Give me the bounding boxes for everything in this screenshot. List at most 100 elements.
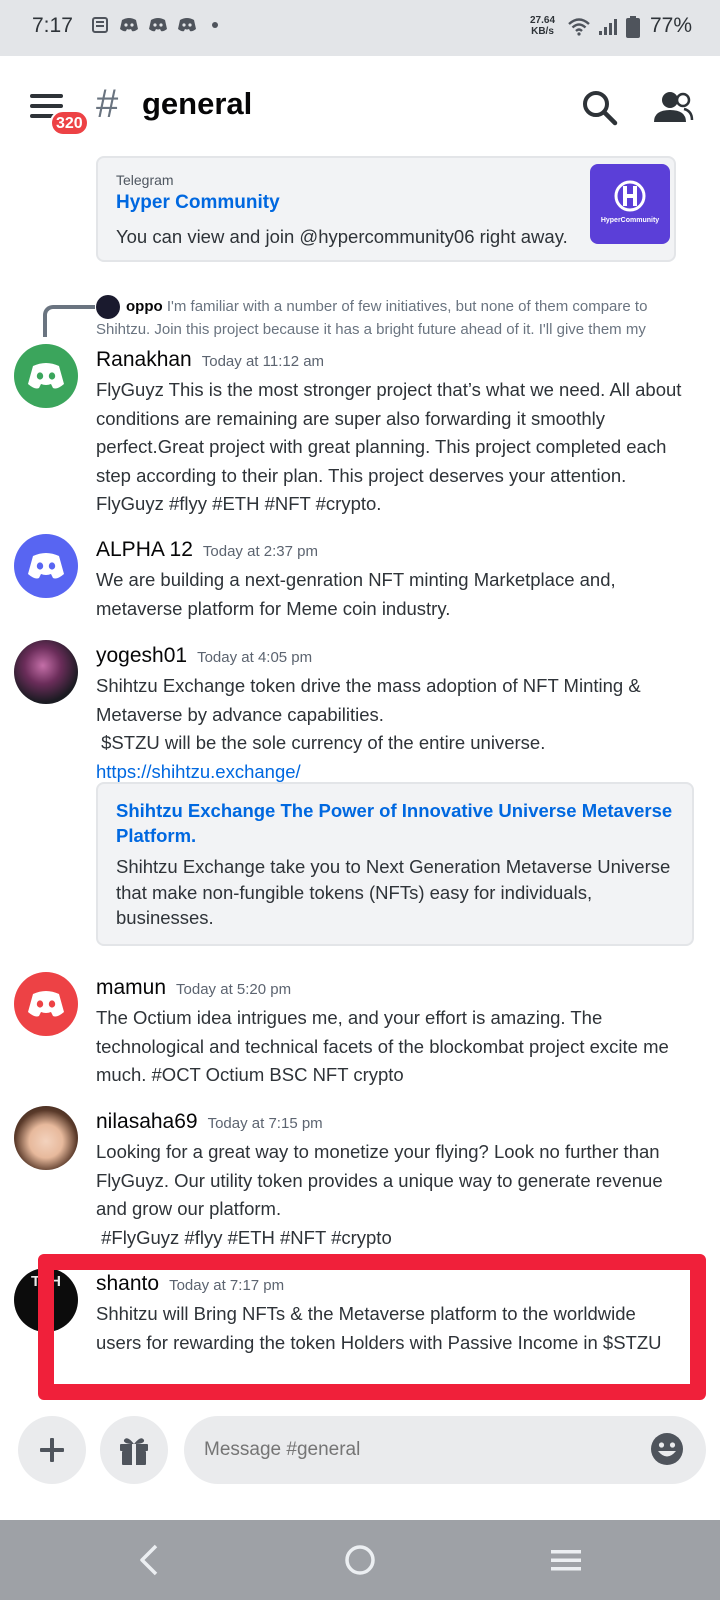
channel-title: general <box>142 86 253 121</box>
notification-icons <box>92 16 218 34</box>
message-timestamp: Today at 2:37 pm <box>202 543 318 560</box>
system-icons <box>568 16 640 38</box>
back-icon[interactable] <box>134 1540 164 1580</box>
search-icon[interactable] <box>580 88 620 128</box>
embed-provider: Telegram <box>116 172 174 188</box>
battery-percentage: 77% <box>650 14 693 37</box>
menu-bar <box>30 94 63 98</box>
reply-avatar <box>96 295 120 319</box>
notification-badge: 320 <box>50 110 89 136</box>
message-content: The Octium idea intrigues me, and your e… <box>96 1004 706 1090</box>
gift-icon <box>120 1438 148 1465</box>
author-name[interactable]: mamun <box>96 976 166 999</box>
emoji-icon[interactable] <box>650 1432 684 1466</box>
message-timestamp: Today at 7:15 pm <box>207 1115 323 1132</box>
message-author[interactable]: nilasaha69 Today at 7:15 pm <box>96 1110 323 1134</box>
message-line: #FlyGuyz #flyy #ETH #NFT #crypto <box>96 1226 392 1248</box>
embed-title-link[interactable]: Shihtzu Exchange The Power of Innovative… <box>116 798 672 848</box>
discord-logo-icon <box>28 991 64 1017</box>
gift-button[interactable] <box>100 1416 168 1484</box>
author-name[interactable]: nilasaha69 <box>96 1110 198 1133</box>
add-attachment-button[interactable] <box>18 1416 86 1484</box>
message-line: much. #OCT Octium BSC NFT crypto <box>96 1064 404 1085</box>
discord-notification-icon <box>120 18 138 32</box>
message-composer <box>0 1408 720 1498</box>
author-name[interactable]: Ranakhan <box>96 348 192 371</box>
message-timestamp: Today at 4:05 pm <box>197 649 313 666</box>
message-content: Looking for a great way to monetize your… <box>96 1138 706 1252</box>
battery-icon <box>626 16 640 38</box>
discord-logo-icon <box>28 553 64 579</box>
message-line: FlyGuyz. Our utility token provides a un… <box>96 1169 663 1191</box>
avatar[interactable] <box>14 1106 78 1170</box>
net-speed-unit: KB/s <box>531 26 554 37</box>
message-line: technological and technical facets of th… <box>96 1035 669 1057</box>
discord-notification-icon <box>149 18 167 32</box>
channel-header: 320 # general <box>0 58 720 154</box>
message-line: Looking for a great way to monetize your… <box>96 1141 660 1162</box>
embed-desc-line: that make non-fungible tokens (NFTs) eas… <box>116 881 593 903</box>
system-navigation-bar <box>0 1520 720 1600</box>
reply-connector <box>43 305 95 337</box>
net-speed: 27.64 KB/s <box>530 15 555 37</box>
embed-desc-line: businesses. <box>116 907 214 928</box>
reply-preview[interactable]: oppo I'm familiar with a number of few i… <box>96 295 696 340</box>
message-line: FlyGuyz #flyy #ETH #NFT #crypto. <box>96 493 382 514</box>
menu-bar <box>30 104 63 108</box>
status-time: 7:17 <box>32 14 73 37</box>
news-icon <box>92 17 108 33</box>
wifi-icon <box>568 18 590 36</box>
more-notifications-dot <box>212 22 218 28</box>
message-line: metaverse platform for Meme coin industr… <box>96 597 451 619</box>
reply-text-line: I'm familiar with a number of few initia… <box>166 297 648 315</box>
telegram-embed[interactable]: Telegram Hyper Community You can view an… <box>96 156 676 262</box>
embed-description: You can view and join @hypercommunity06 … <box>116 226 568 247</box>
discord-logo-icon <box>28 363 64 389</box>
message-input[interactable] <box>184 1416 706 1484</box>
embed-title-line: Platform. <box>116 825 197 846</box>
message-author[interactable]: ALPHA 12 Today at 2:37 pm <box>96 538 318 562</box>
message-content: Shihtzu Exchange token drive the mass ad… <box>96 672 706 786</box>
embed-title-line: Shihtzu Exchange The Power of Innovative… <box>116 800 673 821</box>
discord-notification-icon <box>178 18 196 32</box>
highlight-annotation <box>38 1254 706 1400</box>
reply-author: oppo <box>126 297 163 315</box>
message-timestamp: Today at 5:20 pm <box>176 981 292 998</box>
recents-icon[interactable] <box>546 1540 586 1580</box>
message-line: $STZU will be the sole currency of the e… <box>96 732 546 753</box>
link-embed[interactable]: Shihtzu Exchange The Power of Innovative… <box>96 782 694 946</box>
message-line: FlyGuyz This is the most stronger projec… <box>96 379 682 400</box>
message-line: perfect.Great project with great plannin… <box>96 436 667 457</box>
net-speed-value: 27.64 <box>530 15 556 26</box>
avatar[interactable] <box>14 640 78 704</box>
home-icon[interactable] <box>340 1540 380 1580</box>
embed-title-link[interactable]: Hyper Community <box>116 192 280 214</box>
signal-icon <box>599 19 617 35</box>
message-line: Metaverse by advance capabilities. <box>96 703 384 725</box>
message-content: We are building a next-genration NFT min… <box>96 566 706 623</box>
plus-icon <box>40 1438 64 1462</box>
hypercommunity-logo-icon <box>614 180 646 212</box>
avatar[interactable] <box>14 344 78 408</box>
thumbnail-caption: HyperCommunity <box>600 217 660 224</box>
message-timestamp: Today at 11:12 am <box>201 353 325 370</box>
embed-description: Shihtzu Exchange take you to Next Genera… <box>116 854 670 931</box>
message-line: We are building a next-genration NFT min… <box>96 569 616 590</box>
message-author[interactable]: Ranakhan Today at 11:12 am <box>96 348 324 372</box>
message-line: and grow our platform. <box>96 1198 282 1219</box>
channel-hash-icon: # <box>96 82 119 126</box>
message-author[interactable]: mamun Today at 5:20 pm <box>96 976 291 1000</box>
message-line: step according to their plan. This proje… <box>96 464 627 486</box>
author-name[interactable]: ALPHA 12 <box>96 538 193 561</box>
members-icon[interactable] <box>650 88 694 128</box>
message-author[interactable]: yogesh01 Today at 4:05 pm <box>96 644 312 668</box>
status-bar: 7:17 27.64 KB/s 77% <box>0 0 720 56</box>
avatar[interactable] <box>14 972 78 1036</box>
avatar[interactable] <box>14 534 78 598</box>
message-line: The Octium idea intrigues me, and your e… <box>96 1007 603 1028</box>
embed-thumbnail[interactable]: HyperCommunity <box>590 164 670 244</box>
embed-desc-line: Shihtzu Exchange take you to Next Genera… <box>116 856 671 877</box>
app-container: 320 # general Telegram Hyper Community Y… <box>0 58 720 1520</box>
message-line: Shihtzu Exchange token drive the mass ad… <box>96 675 641 696</box>
author-name[interactable]: yogesh01 <box>96 644 187 667</box>
